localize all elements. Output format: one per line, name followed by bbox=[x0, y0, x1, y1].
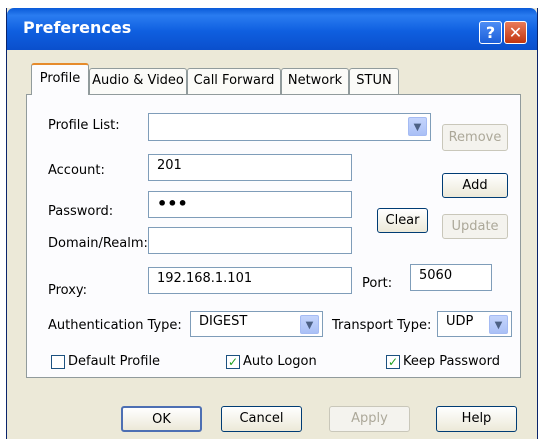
tab-stun[interactable]: STUN bbox=[349, 68, 399, 94]
remove-button[interactable]: Remove bbox=[442, 124, 508, 151]
add-button[interactable]: Add bbox=[442, 173, 508, 198]
check-icon: ✓ bbox=[227, 355, 239, 369]
update-button[interactable]: Update bbox=[442, 214, 508, 239]
chevron-down-icon[interactable]: ▼ bbox=[408, 117, 427, 136]
question-icon: ? bbox=[485, 23, 496, 42]
help-title-button[interactable]: ? bbox=[479, 21, 502, 44]
account-field[interactable]: 201 bbox=[148, 154, 352, 181]
auth-type-label: Authentication Type: bbox=[48, 318, 182, 333]
port-label: Port: bbox=[362, 276, 393, 291]
transport-type-select[interactable]: UDP ▼ bbox=[437, 311, 512, 337]
proxy-field[interactable]: 192.168.1.101 bbox=[148, 267, 352, 294]
profile-list-select[interactable]: ▼ bbox=[148, 113, 431, 141]
profile-list-label: Profile List: bbox=[48, 118, 120, 133]
apply-button[interactable]: Apply bbox=[329, 406, 410, 432]
password-label: Password: bbox=[48, 204, 114, 219]
domain-realm-field[interactable] bbox=[148, 227, 352, 254]
title-bar[interactable]: Preferences ? ✕ bbox=[7, 8, 537, 50]
tab-audio-video[interactable]: Audio & Video bbox=[89, 68, 187, 94]
cancel-button[interactable]: Cancel bbox=[221, 406, 302, 432]
check-icon: ✓ bbox=[387, 355, 399, 369]
chevron-down-icon[interactable]: ▼ bbox=[489, 315, 508, 334]
transport-type-value: UDP bbox=[446, 314, 474, 329]
window-title: Preferences bbox=[23, 18, 132, 37]
transport-type-label: Transport Type: bbox=[332, 318, 432, 333]
domain-realm-label: Domain/Realm: bbox=[48, 236, 148, 251]
keep-password-label: Keep Password bbox=[403, 354, 500, 369]
default-profile-checkbox[interactable] bbox=[51, 355, 65, 369]
port-field[interactable]: 5060 bbox=[410, 264, 492, 291]
clear-button[interactable]: Clear bbox=[377, 208, 428, 233]
keep-password-checkbox[interactable]: ✓ bbox=[386, 355, 400, 369]
help-button[interactable]: Help bbox=[436, 406, 517, 432]
account-label: Account: bbox=[48, 163, 105, 178]
password-field[interactable]: ••• bbox=[148, 191, 352, 218]
ok-button[interactable]: OK bbox=[121, 406, 202, 432]
auth-type-select[interactable]: DIGEST ▼ bbox=[190, 311, 323, 337]
tab-network[interactable]: Network bbox=[281, 68, 349, 94]
close-icon: ✕ bbox=[508, 23, 523, 42]
proxy-label: Proxy: bbox=[48, 283, 88, 298]
tab-profile[interactable]: Profile bbox=[31, 63, 89, 95]
chevron-down-icon[interactable]: ▼ bbox=[300, 315, 319, 334]
tab-call-forward[interactable]: Call Forward bbox=[187, 68, 281, 94]
default-profile-label: Default Profile bbox=[68, 354, 161, 369]
close-button[interactable]: ✕ bbox=[504, 21, 527, 44]
auto-logon-checkbox[interactable]: ✓ bbox=[226, 355, 240, 369]
auth-type-value: DIGEST bbox=[199, 314, 248, 329]
auto-logon-label: Auto Logon bbox=[243, 354, 317, 369]
